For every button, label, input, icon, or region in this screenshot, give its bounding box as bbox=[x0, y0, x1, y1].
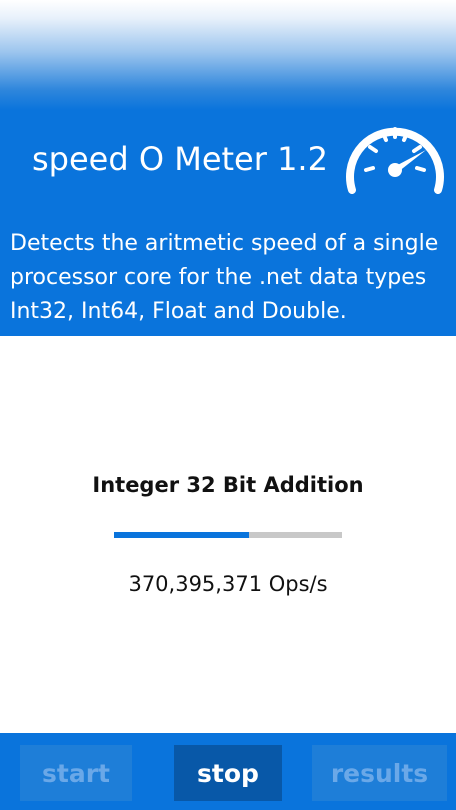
stop-button[interactable]: stop bbox=[174, 745, 282, 801]
test-name: Integer 32 Bit Addition bbox=[92, 473, 364, 497]
app-description: Detects the aritmetic speed of a single … bbox=[10, 231, 439, 324]
progress-bar bbox=[114, 532, 342, 538]
speedometer-icon bbox=[346, 127, 444, 194]
app-title: speed O Meter 1.2 bbox=[32, 140, 328, 178]
ops-result: 370,395,371 Ops/s bbox=[128, 572, 328, 596]
results-button[interactable]: results bbox=[312, 745, 447, 801]
bottom-toolbar: start stop results bbox=[0, 733, 456, 810]
progress-fill bbox=[114, 532, 249, 538]
header-panel: speed O Meter 1.2 Detects the aritmetic … bbox=[0, 0, 456, 336]
start-button[interactable]: start bbox=[20, 745, 132, 801]
